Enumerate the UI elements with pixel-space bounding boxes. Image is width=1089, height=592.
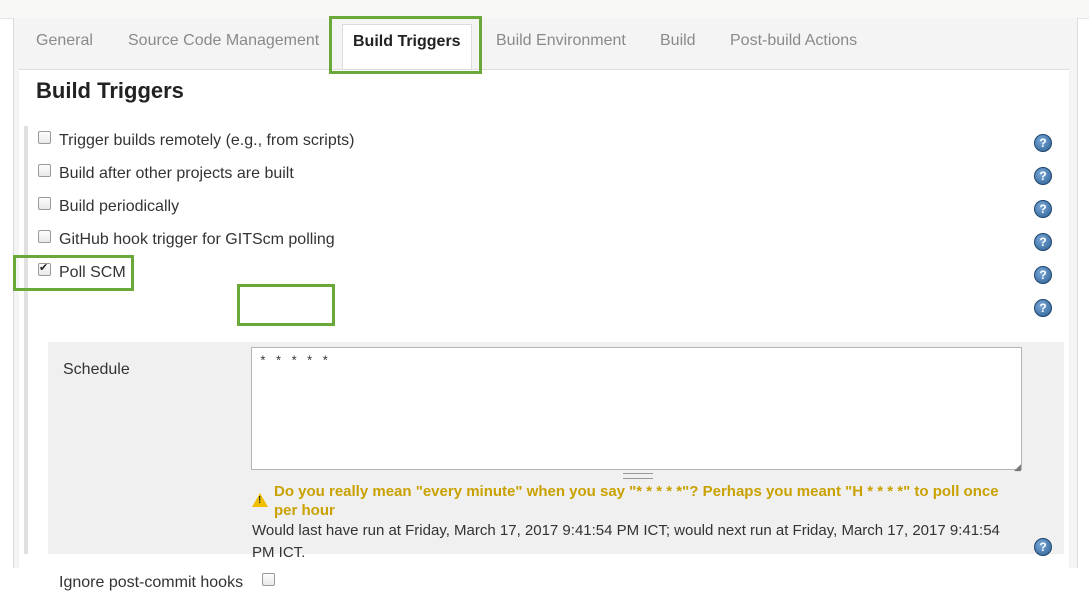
top-bar bbox=[0, 0, 1089, 19]
resize-corner-icon[interactable]: ◢ bbox=[1014, 462, 1021, 473]
trigger-remote-label: Trigger builds remotely (e.g., from scri… bbox=[59, 132, 355, 149]
build-after-row: Build after other projects are built bbox=[38, 164, 294, 183]
tab-build[interactable]: Build bbox=[660, 32, 696, 50]
textarea-resize-grip[interactable] bbox=[623, 473, 653, 479]
config-panel: General Source Code Management Build Tri… bbox=[13, 18, 1078, 591]
ignore-hooks-label: Ignore post-commit hooks bbox=[59, 574, 244, 591]
warning-icon: ! bbox=[252, 493, 268, 507]
highlight-box-tab bbox=[329, 16, 482, 74]
github-hook-label: GitHub hook trigger for GITScm polling bbox=[59, 231, 335, 248]
github-hook-row: GitHub hook trigger for GITScm polling bbox=[38, 230, 335, 249]
tab-build-environment[interactable]: Build Environment bbox=[496, 32, 626, 50]
build-after-checkbox[interactable] bbox=[38, 164, 51, 178]
trigger-remote-row: Trigger builds remotely (e.g., from scri… bbox=[38, 131, 355, 150]
tab-general[interactable]: General bbox=[36, 32, 93, 50]
help-icon[interactable]: ? bbox=[1034, 134, 1052, 152]
build-after-label: Build after other projects are built bbox=[59, 165, 294, 182]
trigger-remote-checkbox[interactable] bbox=[38, 131, 51, 145]
ignore-hooks-checkbox[interactable] bbox=[261, 573, 275, 587]
help-icon[interactable]: ? bbox=[1034, 200, 1052, 218]
build-periodically-label: Build periodically bbox=[59, 198, 180, 215]
help-icon[interactable]: ? bbox=[1034, 538, 1052, 556]
github-hook-checkbox[interactable] bbox=[38, 230, 51, 244]
build-periodically-checkbox[interactable] bbox=[38, 197, 51, 211]
ignore-hooks-row: Ignore post-commit hooks bbox=[59, 573, 283, 592]
schedule-textarea[interactable]: * * * * * bbox=[251, 347, 1022, 470]
section-title: Build Triggers bbox=[36, 78, 184, 103]
schedule-warning: Do you really mean "every minute" when y… bbox=[274, 483, 999, 519]
section-left-bar bbox=[24, 126, 28, 554]
build-triggers-section: Build Triggers Trigger builds remotely (… bbox=[19, 70, 1069, 591]
tab-bar: General Source Code Management Build Tri… bbox=[14, 18, 1077, 70]
help-icon[interactable]: ? bbox=[1034, 233, 1052, 251]
help-icon[interactable]: ? bbox=[1034, 299, 1052, 317]
help-icon[interactable]: ? bbox=[1034, 266, 1052, 284]
build-periodically-row: Build periodically bbox=[38, 197, 180, 216]
schedule-info: Would last have run at Friday, March 17,… bbox=[252, 522, 1000, 561]
highlight-box-schedule bbox=[237, 284, 335, 326]
help-icon[interactable]: ? bbox=[1034, 167, 1052, 185]
highlight-box-poll-scm bbox=[13, 255, 134, 291]
tab-source-code-management[interactable]: Source Code Management bbox=[128, 32, 319, 50]
schedule-label: Schedule bbox=[63, 361, 130, 378]
tab-post-build-actions[interactable]: Post-build Actions bbox=[730, 32, 857, 50]
